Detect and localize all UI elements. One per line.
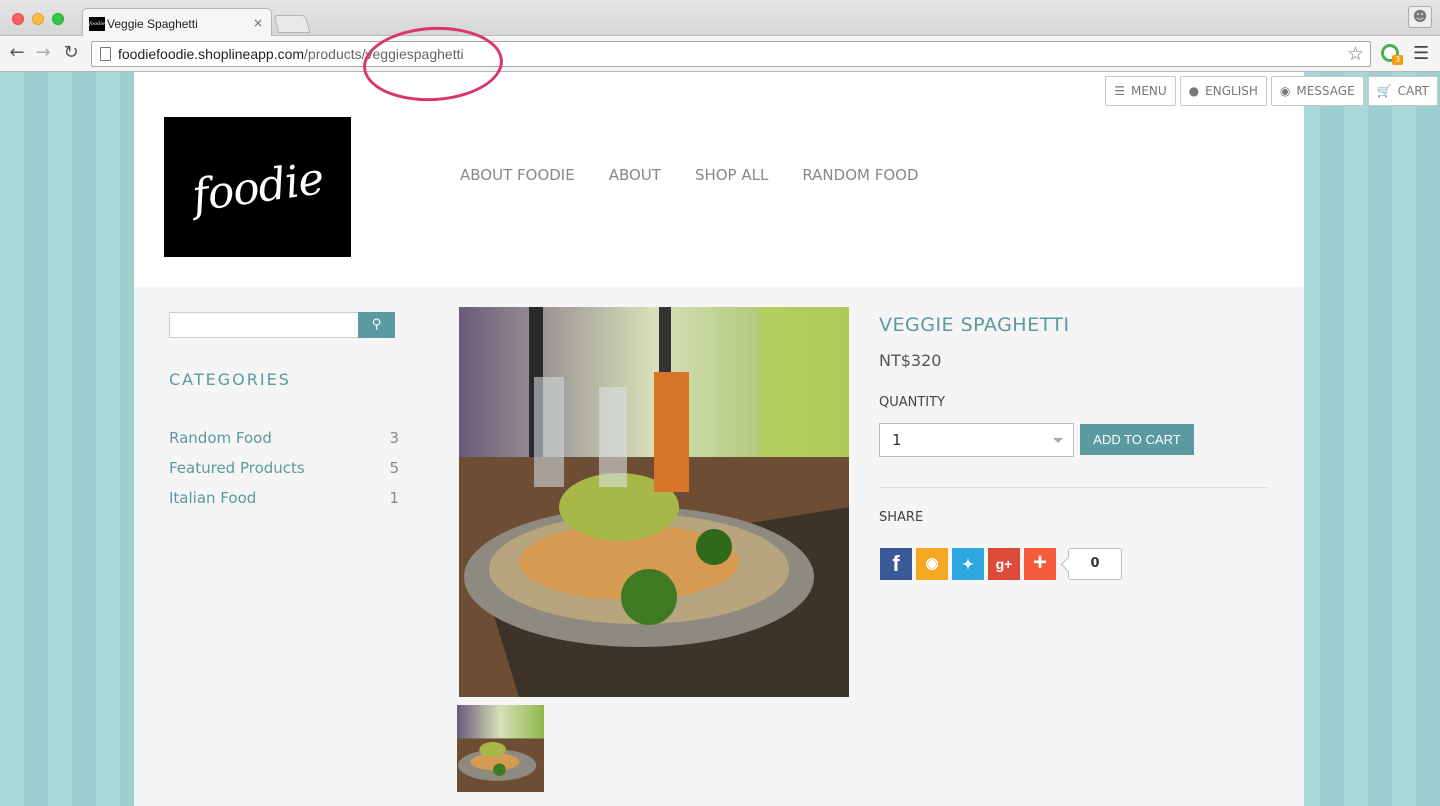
search-input[interactable]: [169, 312, 359, 338]
page-viewport: ☰ MENU ● ENGLISH ◉ MESSAGE 🛒 CART foodie…: [0, 72, 1440, 806]
twitter-icon[interactable]: ✦: [952, 548, 984, 580]
reload-icon[interactable]: ↻: [60, 42, 82, 63]
menu-button[interactable]: ☰ MENU: [1105, 76, 1176, 106]
profile-icon[interactable]: ☻: [1408, 6, 1432, 28]
browser-tabstrip: foodie Veggie Spaghetti × ☻: [0, 0, 1440, 37]
tab-close-button[interactable]: ×: [253, 16, 263, 30]
category-item[interactable]: Random Food 3: [169, 429, 399, 459]
globe-icon: ●: [1188, 84, 1200, 98]
store-logo[interactable]: foodie: [164, 117, 351, 257]
forward-arrow-icon[interactable]: →: [32, 42, 54, 63]
bookmark-star-icon[interactable]: ☆: [1347, 43, 1364, 65]
share-label: SHARE: [879, 510, 924, 525]
cart-button[interactable]: 🛒 CART: [1367, 76, 1438, 106]
browser-menu-icon[interactable]: ☰: [1413, 43, 1429, 64]
categories-heading: CATEGORIES: [169, 370, 291, 389]
quantity-label: QUANTITY: [879, 395, 946, 410]
product-thumbnail[interactable]: [457, 705, 544, 792]
back-arrow-icon[interactable]: ←: [6, 42, 28, 63]
menu-label: MENU: [1130, 84, 1167, 98]
nav-shop-all[interactable]: SHOP ALL: [695, 166, 768, 184]
category-name[interactable]: Featured Products: [169, 459, 305, 489]
logo-text: foodie: [188, 152, 327, 222]
page-container: ☰ MENU ● ENGLISH ◉ MESSAGE 🛒 CART foodie…: [134, 72, 1438, 806]
cart-icon: 🛒: [1376, 84, 1392, 98]
facebook-icon[interactable]: f: [880, 548, 912, 580]
category-count: 5: [389, 459, 399, 477]
search-button[interactable]: ⚲: [358, 312, 395, 338]
address-bar[interactable]: foodiefoodie.shoplineapp.com/products/ve…: [91, 41, 1371, 67]
add-to-cart-button[interactable]: ADD TO CART: [1080, 424, 1194, 455]
divider: [879, 487, 1269, 488]
category-list: Random Food 3 Featured Products 5 Italia…: [169, 429, 399, 519]
tab-title: Veggie Spaghetti: [107, 17, 198, 31]
foodie-favicon-icon: foodie: [89, 17, 105, 31]
category-item[interactable]: Italian Food 1: [169, 489, 399, 519]
extension-badge: 3: [1392, 55, 1403, 65]
maximize-window-button[interactable]: [52, 13, 64, 25]
main-content: ⚲ CATEGORIES Random Food 3 Featured Prod…: [134, 287, 1304, 806]
google-plus-icon[interactable]: g+: [988, 548, 1020, 580]
category-item[interactable]: Featured Products 5: [169, 459, 399, 489]
main-navigation: ABOUT FOODIE ABOUT SHOP ALL RANDOM FOOD: [460, 166, 919, 184]
language-button[interactable]: ● ENGLISH: [1179, 76, 1267, 106]
message-label: MESSAGE: [1296, 84, 1355, 98]
weibo-icon[interactable]: ◉: [916, 548, 948, 580]
category-count: 3: [389, 429, 399, 447]
product-title: VEGGIE SPAGHETTI: [879, 314, 1070, 336]
category-count: 1: [389, 489, 399, 507]
product-main-image[interactable]: [459, 307, 849, 697]
page-icon: [100, 47, 111, 61]
browser-tab[interactable]: foodie Veggie Spaghetti ×: [82, 8, 272, 37]
browser-toolbar: ← → ↻ foodiefoodie.shoplineapp.com/produ…: [0, 36, 1440, 72]
nav-about-foodie[interactable]: ABOUT FOODIE: [460, 166, 575, 184]
hamburger-icon: ☰: [1114, 84, 1125, 98]
close-window-button[interactable]: [12, 13, 24, 25]
category-name[interactable]: Italian Food: [169, 489, 256, 519]
quantity-select[interactable]: 1: [879, 423, 1074, 457]
share-buttons: f ◉ ✦ g+ + 0: [880, 548, 1122, 580]
language-label: ENGLISH: [1205, 84, 1258, 98]
top-utility-buttons: ☰ MENU ● ENGLISH ◉ MESSAGE 🛒 CART: [1105, 76, 1438, 106]
chevron-down-icon: [1053, 438, 1063, 443]
category-name[interactable]: Random Food: [169, 429, 272, 459]
message-button[interactable]: ◉ MESSAGE: [1270, 76, 1364, 106]
search-icon: ⚲: [371, 317, 382, 332]
minimize-window-button[interactable]: [32, 13, 44, 25]
chat-bubble-icon: ◉: [1279, 84, 1291, 98]
share-count: 0: [1068, 548, 1122, 580]
new-tab-button[interactable]: [273, 15, 311, 33]
nav-about[interactable]: ABOUT: [609, 166, 661, 184]
nav-random-food[interactable]: RANDOM FOOD: [802, 166, 918, 184]
product-price: NT$320: [879, 351, 942, 370]
add-share-icon[interactable]: +: [1024, 548, 1056, 580]
quantity-value: 1: [892, 431, 902, 449]
cart-label: CART: [1397, 84, 1429, 98]
url-host: foodiefoodie.shoplineapp.com: [118, 46, 305, 62]
